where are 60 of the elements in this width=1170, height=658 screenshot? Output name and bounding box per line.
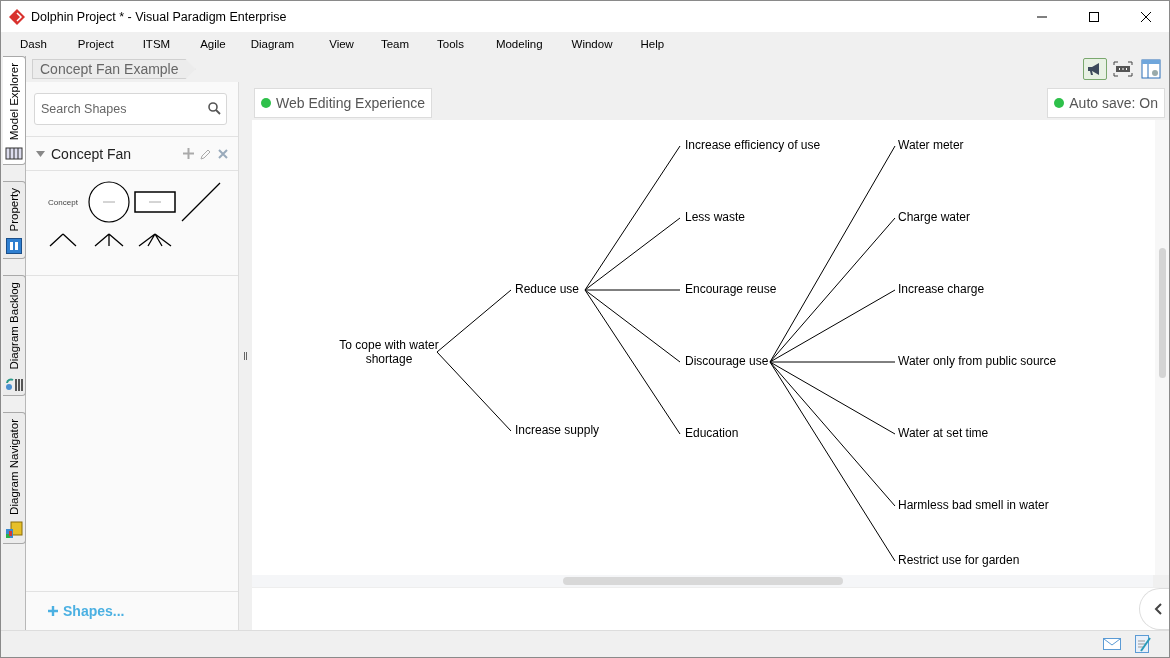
window-title: Dolphin Project * - Visual Paradigm Enterprise (31, 9, 288, 24)
menu-item[interactable]: Dash (20, 38, 47, 50)
menu-item[interactable]: Window (571, 38, 613, 50)
group-title: Concept Fan (51, 145, 133, 162)
concept-shape-label[interactable]: Concept (48, 197, 78, 207)
menu-item[interactable]: Agile (200, 38, 226, 50)
concept-label: Restrict use for garden (898, 552, 1020, 567)
concept-label: Less waste (685, 209, 746, 224)
scrollbar-thumb[interactable] (1158, 247, 1166, 378)
concept-label: Water only from public source (898, 353, 1057, 368)
concept-label: Discourage use (685, 353, 769, 368)
concept-label: Harmless bad smell in water (898, 497, 1049, 512)
menu-item[interactable]: Modeling (495, 38, 543, 50)
concept-label: Encourage reuse (685, 281, 777, 296)
search-icon (208, 102, 221, 115)
collapse-button[interactable] (1139, 588, 1169, 630)
concept-label: Increase charge (898, 281, 985, 296)
mail-icon[interactable] (1103, 638, 1121, 650)
backlog-icon (5, 375, 23, 392)
concept-label: Increase supply (515, 422, 600, 437)
note-icon[interactable] (1135, 635, 1151, 653)
fan-shape-icon[interactable] (136, 232, 174, 248)
grip-icon[interactable] (244, 352, 247, 360)
scrollbar-thumb[interactable] (563, 577, 843, 586)
concept-label: Reduce use (515, 281, 580, 296)
menu-item[interactable]: Diagram (250, 38, 295, 50)
circle-shape-icon[interactable] (88, 181, 130, 223)
fit-icon[interactable] (1111, 58, 1135, 80)
menu-item[interactable]: Project (77, 38, 114, 50)
concept-label: Water at set time (898, 425, 989, 440)
book-icon (5, 146, 23, 161)
property-icon (6, 237, 22, 254)
concept-label: Increase efficiency of use (685, 137, 821, 152)
maximize-icon (1089, 11, 1099, 22)
concept-label: Education (685, 425, 739, 440)
line-shape-icon[interactable] (181, 182, 221, 222)
plus-icon (48, 606, 58, 616)
auto-save-badge[interactable]: Auto save: On (1047, 87, 1165, 118)
caret-icon[interactable] (36, 150, 45, 157)
close-icon (1141, 11, 1151, 22)
web-editing-badge[interactable]: Web Editing Experience (254, 87, 433, 118)
menu-item[interactable]: View (329, 38, 354, 50)
side-tab[interactable]: Model Explorer (3, 56, 26, 166)
side-tab[interactable]: Property (3, 181, 26, 259)
navigator-icon (5, 521, 23, 540)
search-field[interactable]: Search Shapes (34, 93, 227, 125)
menu-item[interactable]: Help (640, 38, 665, 50)
chevron-left-icon (1153, 603, 1162, 615)
menu-item[interactable]: Team (380, 38, 410, 50)
side-tab[interactable]: Diagram Backlog (3, 274, 26, 397)
side-tab[interactable]: Diagram Navigator (3, 412, 26, 545)
menu-item[interactable]: ITSM (142, 38, 171, 50)
menu-item[interactable]: Tools (437, 38, 464, 50)
rectangle-shape-icon[interactable] (134, 191, 176, 213)
app-logo-icon (9, 8, 25, 25)
concept-label: Water meter (898, 137, 964, 152)
megaphone-icon[interactable] (1083, 58, 1107, 80)
concept-label: Charge water (898, 209, 971, 224)
concept-label: To cope with water shortage (338, 337, 440, 366)
breadcrumb[interactable]: Concept Fan Example (32, 59, 196, 79)
